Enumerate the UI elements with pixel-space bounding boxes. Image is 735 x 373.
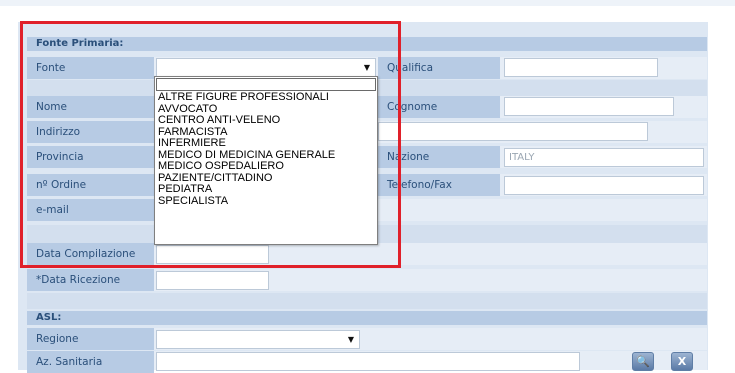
azienda-input[interactable]	[156, 352, 580, 371]
top-strip	[0, 0, 735, 6]
qualifica-input[interactable]	[504, 58, 658, 77]
search-button[interactable]: 🔍	[632, 352, 654, 371]
data-ricezione-input[interactable]	[156, 271, 269, 290]
regione-select[interactable]: ▼	[156, 330, 360, 349]
search-icon: 🔍	[636, 355, 650, 368]
clear-button[interactable]: X	[671, 352, 693, 371]
section-header-asl: ASL:	[27, 311, 707, 325]
telefono-input[interactable]	[504, 176, 704, 195]
regione-label: Regione	[27, 328, 154, 350]
data-ricezione-label: *Data Ricezione	[27, 269, 154, 291]
row-spacer	[27, 293, 707, 309]
close-icon: X	[677, 355, 687, 368]
indirizzo-input[interactable]	[378, 122, 648, 141]
cognome-input[interactable]	[504, 97, 674, 116]
nazione-input[interactable]: ITALY	[504, 148, 704, 167]
chevron-down-icon: ▼	[347, 335, 354, 344]
highlight-box	[20, 21, 401, 268]
